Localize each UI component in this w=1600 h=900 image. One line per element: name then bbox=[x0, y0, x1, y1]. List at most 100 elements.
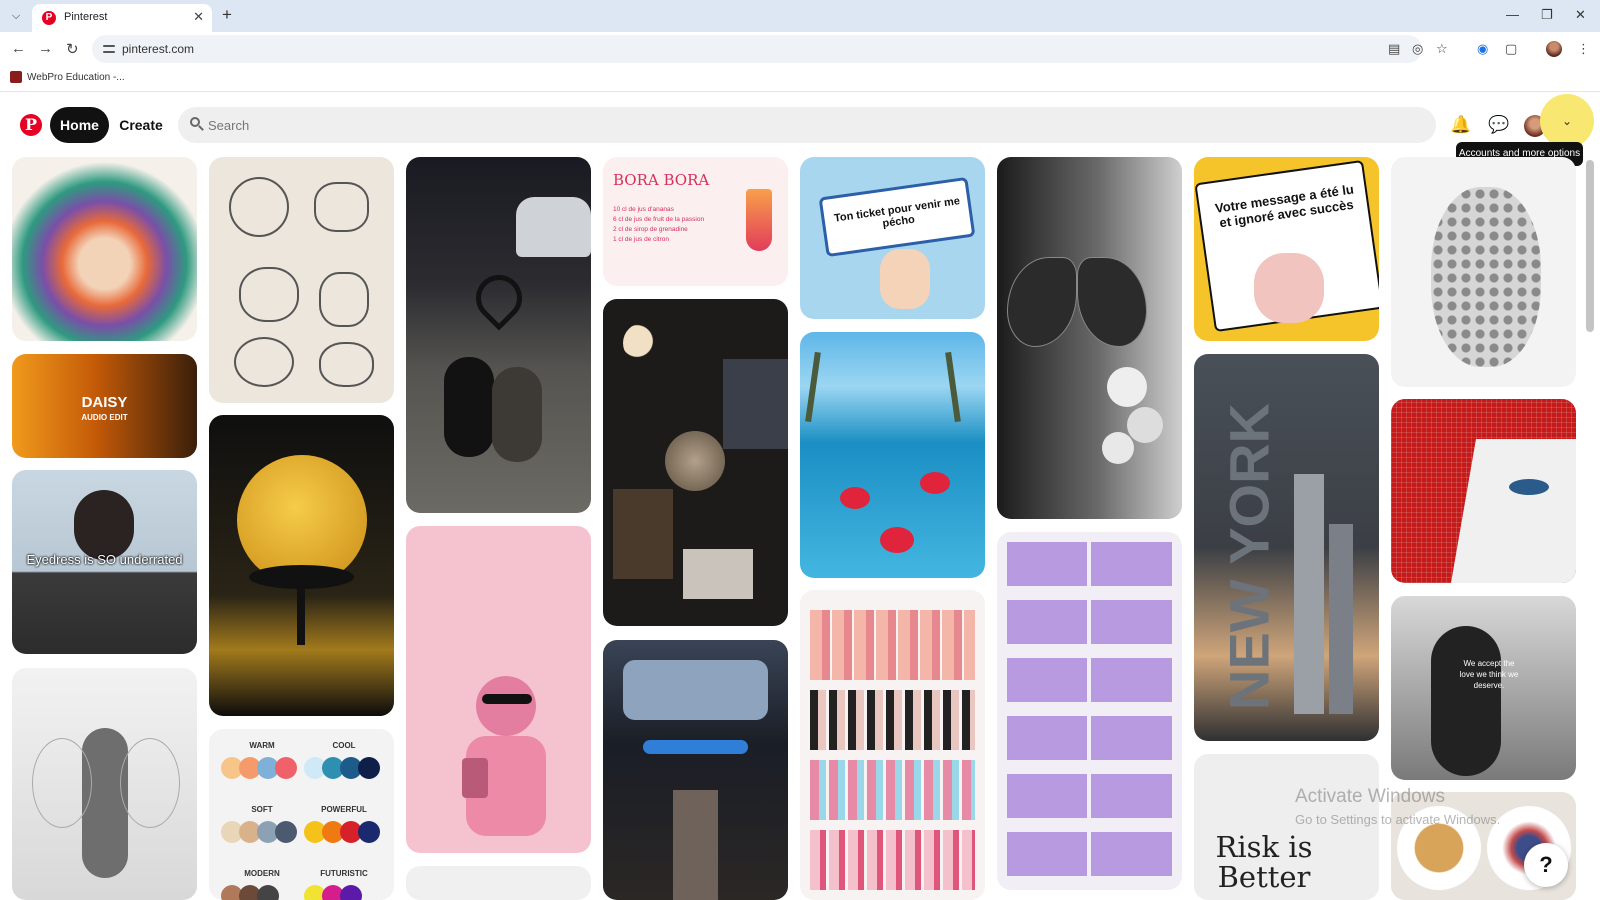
pin-sketch-shape bbox=[239, 267, 299, 322]
pin-cat-shape bbox=[492, 367, 542, 462]
pin-skyscraper-shape bbox=[1329, 524, 1353, 714]
chevron-down-icon: ⌄ bbox=[1561, 114, 1573, 128]
pin-hand-shape bbox=[880, 249, 930, 309]
pin-ambient-light bbox=[643, 740, 748, 754]
page-scrollbar[interactable] bbox=[1586, 160, 1594, 332]
pin-moon-tree[interactable] bbox=[209, 415, 394, 716]
tab-close-icon[interactable]: ✕ bbox=[193, 9, 204, 25]
pin-eye-shape bbox=[1509, 479, 1549, 495]
pin-fairy-sketch[interactable] bbox=[12, 668, 197, 900]
bookmark-star-icon[interactable]: ☆ bbox=[1436, 41, 1448, 57]
pin-windshield-shape bbox=[623, 660, 768, 720]
pin-sketch-shape bbox=[319, 272, 369, 327]
pin-bora-bora[interactable]: BORA BORA 10 cl de jus d'ananas 6 cl de … bbox=[603, 157, 788, 286]
pin-sketch-shape bbox=[314, 182, 369, 232]
pin-heart-tail-shape bbox=[466, 265, 532, 331]
pin-flower-girl[interactable] bbox=[12, 157, 197, 341]
bookmarks-bar: WebPro Education -... bbox=[0, 66, 1600, 92]
tab-search-icon[interactable]: ⌵ bbox=[6, 6, 26, 26]
extensions-puzzle-icon[interactable]: ▢ bbox=[1505, 41, 1517, 57]
pin-panther-head bbox=[476, 676, 536, 736]
pin-collage-tile bbox=[683, 549, 753, 599]
pin-leopard-sketch[interactable] bbox=[1391, 157, 1576, 387]
search-bar[interactable] bbox=[178, 107, 1436, 143]
pinterest-logo-icon[interactable]: P bbox=[20, 114, 42, 136]
pin-partial[interactable] bbox=[406, 866, 591, 900]
help-button[interactable]: ? bbox=[1524, 843, 1568, 887]
pin-moon-collage[interactable] bbox=[603, 299, 788, 626]
pin-daisy-sub: AUDIO EDIT bbox=[81, 413, 128, 422]
pin-skyscraper-shape bbox=[1294, 474, 1324, 714]
install-app-icon[interactable]: ▤ bbox=[1388, 41, 1400, 57]
accounts-options-button[interactable]: ⌄ bbox=[1540, 94, 1594, 148]
pin-quote-portrait[interactable]: We accept the love we think we deserve. bbox=[1391, 596, 1576, 780]
pin-cocktail-glass bbox=[746, 189, 772, 251]
pin-panther-sunglasses bbox=[482, 694, 532, 704]
back-icon[interactable]: ← bbox=[11, 40, 26, 57]
pin-quote-text: We accept the love we think we deserve. bbox=[1459, 659, 1519, 690]
pin-full-moon-shape bbox=[665, 431, 725, 491]
pin-eyedress[interactable]: Eyedress is SO underrated bbox=[12, 470, 197, 654]
profile-avatar[interactable] bbox=[1546, 41, 1562, 57]
pin-origami-divider bbox=[1087, 542, 1091, 880]
pin-makeup-row bbox=[810, 690, 975, 750]
pin-color-palettes[interactable]: WARM COOL SOFT POWERFUL MODERN FUTURISTI… bbox=[209, 729, 394, 900]
browser-menu-icon[interactable]: ⋮ bbox=[1577, 41, 1590, 57]
pin-flower-shape bbox=[920, 472, 950, 494]
pin-origami-butterfly[interactable] bbox=[997, 532, 1182, 890]
pin-bora-line: 2 cl de sirop de grenadine bbox=[613, 226, 688, 233]
palette-swatches bbox=[221, 885, 301, 900]
forward-icon[interactable]: → bbox=[38, 40, 53, 57]
messages-icon[interactable]: 💬 bbox=[1488, 114, 1510, 136]
restore-icon[interactable]: ❐ bbox=[1541, 7, 1553, 23]
reload-icon[interactable]: ↻ bbox=[66, 40, 79, 58]
pin-red-hat-pixel[interactable] bbox=[1391, 399, 1576, 583]
pin-person-figure bbox=[1431, 626, 1501, 776]
pin-makeup-row bbox=[810, 760, 975, 820]
pin-daisy-title: DAISY bbox=[81, 394, 128, 411]
pin-pink-panther[interactable] bbox=[406, 526, 591, 853]
browser-tabstrip: ⌵ P Pinterest ✕ + — ❐ ✕ bbox=[0, 0, 1600, 32]
window-close-icon[interactable]: ✕ bbox=[1575, 7, 1586, 23]
site-settings-icon[interactable] bbox=[102, 42, 116, 56]
address-bar[interactable]: pinterest.com ▤ ◎ ☆ bbox=[92, 35, 1448, 63]
pin-butterfly-roses[interactable] bbox=[997, 157, 1182, 519]
pin-makeup[interactable] bbox=[800, 590, 985, 900]
bookmark-item[interactable]: WebPro Education -... bbox=[27, 72, 125, 83]
windows-activation-watermark: Activate Windows Go to Settings to activ… bbox=[1295, 786, 1500, 827]
pin-palm-trunk bbox=[805, 351, 821, 423]
pin-cats-heart[interactable] bbox=[406, 157, 591, 513]
pin-leopard-shape bbox=[1431, 187, 1541, 367]
home-button[interactable]: Home bbox=[50, 107, 109, 143]
pin-ticket[interactable]: Ton ticket pour venir me pécho bbox=[800, 157, 985, 319]
pin-makeup-row bbox=[810, 610, 975, 680]
pin-bora-title: BORA BORA bbox=[613, 171, 710, 189]
pin-hand-shape bbox=[1254, 253, 1324, 323]
pin-tree-trunk bbox=[297, 585, 305, 645]
pin-risk-quote[interactable]: Risk is Better bbox=[1194, 754, 1379, 900]
pin-fairy-figure bbox=[82, 728, 128, 878]
browser-tab[interactable]: P Pinterest ✕ bbox=[32, 4, 212, 32]
pin-daisy-audio[interactable]: DAISY AUDIO EDIT bbox=[12, 354, 197, 458]
pin-butterfly-wing bbox=[1077, 257, 1147, 347]
minimize-icon[interactable]: — bbox=[1506, 7, 1519, 22]
pin-palm-trunk bbox=[945, 351, 961, 423]
new-tab-icon[interactable]: + bbox=[222, 5, 232, 25]
pin-disney-sketches[interactable] bbox=[209, 157, 394, 403]
pin-message-ignored[interactable]: Votre message a été lu et ignoré avec su… bbox=[1194, 157, 1379, 341]
notifications-bell-icon[interactable]: 🔔 bbox=[1450, 114, 1472, 136]
pin-eyedress-portrait bbox=[74, 490, 134, 560]
pin-pool-flowers[interactable] bbox=[800, 332, 985, 578]
palette-swatches bbox=[304, 757, 384, 779]
pin-ticket-card: Ton ticket pour venir me pécho bbox=[818, 176, 976, 258]
pin-sketch-shape bbox=[234, 337, 294, 387]
search-input[interactable] bbox=[208, 107, 1408, 143]
create-button[interactable]: Create bbox=[118, 107, 164, 143]
pin-new-york[interactable]: NEW YORK bbox=[1194, 354, 1379, 741]
watermark-title: Activate Windows bbox=[1295, 786, 1445, 807]
tracking-protection-icon[interactable]: ◎ bbox=[1412, 41, 1423, 57]
pin-car-interior[interactable] bbox=[603, 640, 788, 900]
extension-icon[interactable]: ◉ bbox=[1477, 41, 1488, 57]
palette-swatches bbox=[221, 821, 301, 843]
pin-bora-ingredients: 10 cl de jus d'ananas 6 cl de jus de fru… bbox=[613, 205, 753, 245]
